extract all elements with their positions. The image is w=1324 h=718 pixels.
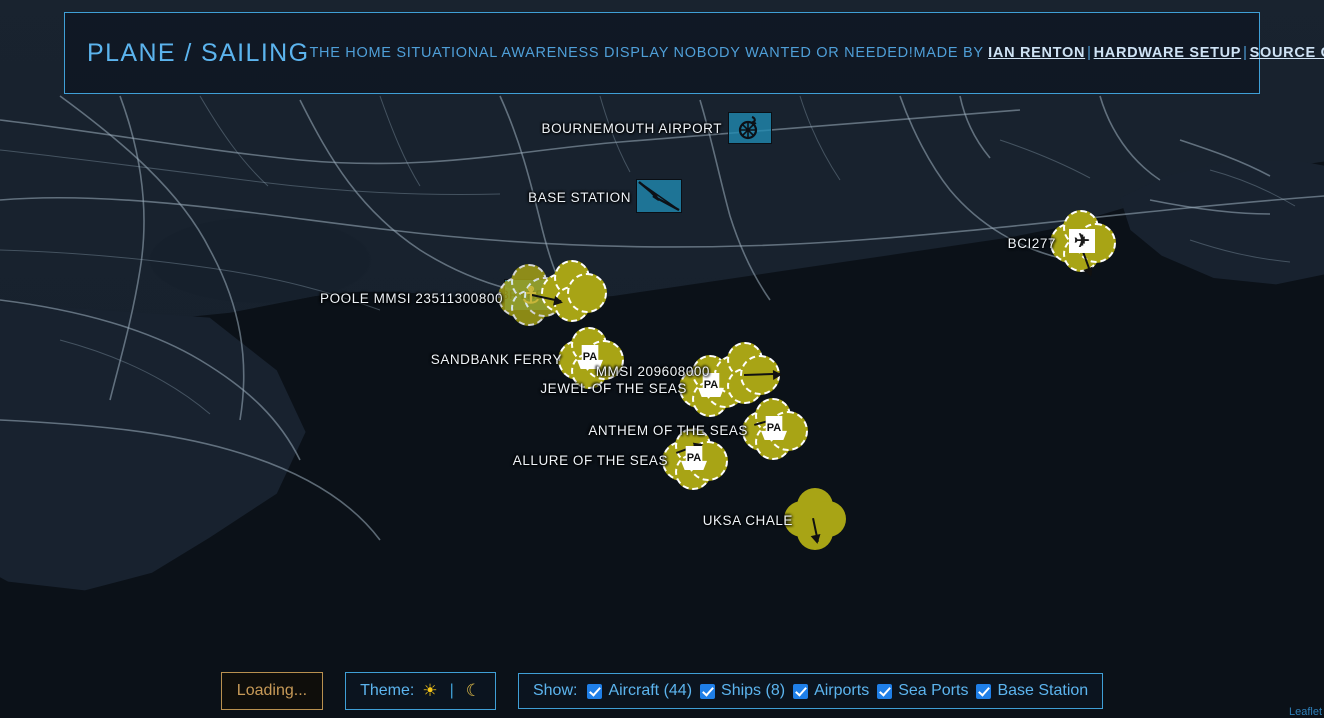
landmass-purbeck	[0, 300, 440, 718]
aircraft-blob	[549, 268, 595, 314]
plane-icon: ✈	[1069, 229, 1095, 253]
label-anthem-of-the-seas: Anthem of the Seas	[588, 423, 748, 438]
ship-badge: PA	[704, 379, 718, 391]
anchor-icon	[522, 286, 540, 306]
layer-toggle-ships[interactable]: Ships (8)	[700, 682, 785, 700]
sun-icon[interactable]: ☀	[422, 681, 437, 701]
checkbox-airports[interactable]	[793, 684, 808, 699]
credits-separator-2: |	[1241, 45, 1249, 61]
airport-marker-bournemouth[interactable]	[728, 112, 772, 144]
aircraft-marker-unlabelled-1[interactable]	[549, 268, 597, 316]
credits-separator-1: |	[1085, 45, 1093, 61]
hardware-setup-link[interactable]: Hardware Setup	[1094, 45, 1242, 61]
app-root: Bournemouth Airport Base Station BCI277	[0, 0, 1324, 718]
leaflet-attribution-link[interactable]: Leaflet	[1289, 706, 1322, 718]
label-uksa-chale: UKSA Chale	[703, 513, 793, 528]
label-bci277: BCI277	[1008, 236, 1056, 251]
base-station-marker[interactable]	[636, 179, 682, 213]
checkbox-base-station[interactable]	[976, 684, 991, 699]
label-base-station: Base Station	[528, 190, 631, 205]
layer-toggle-aircraft[interactable]: Aircraft (44)	[587, 682, 692, 700]
source-code-link[interactable]: Source Code	[1250, 45, 1324, 61]
theme-panel: Theme: ☀ | ☾	[345, 672, 496, 710]
aircraft-marker-uksa-chale[interactable]	[792, 496, 840, 544]
lightning-bolt-icon	[637, 180, 681, 212]
bottom-control-bar: Loading... Theme: ☀ | ☾ Show: Aircraft (…	[0, 672, 1324, 710]
credits-prefix: Made by	[914, 45, 984, 61]
map-attribution: Leaflet	[1289, 706, 1322, 718]
layer-label-sea-ports: Sea Ports	[898, 682, 968, 700]
page-title: Plane / Sailing	[79, 39, 309, 68]
layer-label-aircraft: Aircraft (44)	[608, 682, 692, 700]
label-poole-cluster: POOLE MMSI 23511300800	[320, 291, 503, 306]
checkbox-aircraft[interactable]	[587, 684, 602, 699]
label-allure-of-the-seas: Allure of the Seas	[513, 453, 668, 468]
layer-label-base-station: Base Station	[997, 682, 1088, 700]
checkbox-sea-ports[interactable]	[877, 684, 892, 699]
layer-toggle-panel: Show: Aircraft (44) Ships (8) Airports S…	[518, 673, 1103, 709]
ship-marker-allure-of-the-seas[interactable]: PA	[670, 436, 718, 484]
show-label: Show:	[533, 682, 577, 700]
checkbox-ships[interactable]	[700, 684, 715, 699]
airport-compass-icon	[735, 115, 765, 141]
author-link[interactable]: Ian Renton	[988, 45, 1085, 61]
moon-icon[interactable]: ☾	[466, 681, 481, 701]
map-canvas[interactable]: Bournemouth Airport Base Station BCI277	[0, 0, 1324, 718]
layer-toggle-sea-ports[interactable]: Sea Ports	[877, 682, 968, 700]
header-panel: Plane / Sailing The home situational awa…	[64, 12, 1260, 94]
layer-label-airports: Airports	[814, 682, 869, 700]
ship-badge: PA	[687, 452, 701, 464]
loading-status-badge: Loading...	[221, 672, 323, 710]
label-jewel-of-the-seas: Jewel of the Seas	[540, 381, 687, 396]
theme-separator: |	[446, 682, 458, 700]
aircraft-marker-mmsi-209608000[interactable]	[722, 350, 770, 398]
header-credits: Made by Ian Renton|Hardware Setup|Source…	[914, 45, 1324, 61]
ship-badge: PA	[583, 351, 597, 363]
theme-label: Theme:	[360, 682, 414, 700]
layer-toggle-airports[interactable]: Airports	[793, 682, 869, 700]
label-sandbank-ferry: Sandbank Ferry	[431, 352, 562, 367]
loading-status-text: Loading...	[237, 682, 307, 700]
label-mmsi-209608000: MMSI 209608000	[596, 364, 710, 379]
layer-label-ships: Ships (8)	[721, 682, 785, 700]
header-tagline: The home situational awareness display n…	[309, 45, 913, 61]
ship-badge: PA	[767, 422, 781, 434]
label-bournemouth-airport: Bournemouth Airport	[542, 121, 722, 136]
layer-toggle-base-station[interactable]: Base Station	[976, 682, 1088, 700]
aircraft-marker-bci277[interactable]: ✈	[1058, 218, 1106, 266]
ship-marker-anthem-of-the-seas[interactable]: PA	[750, 406, 798, 454]
